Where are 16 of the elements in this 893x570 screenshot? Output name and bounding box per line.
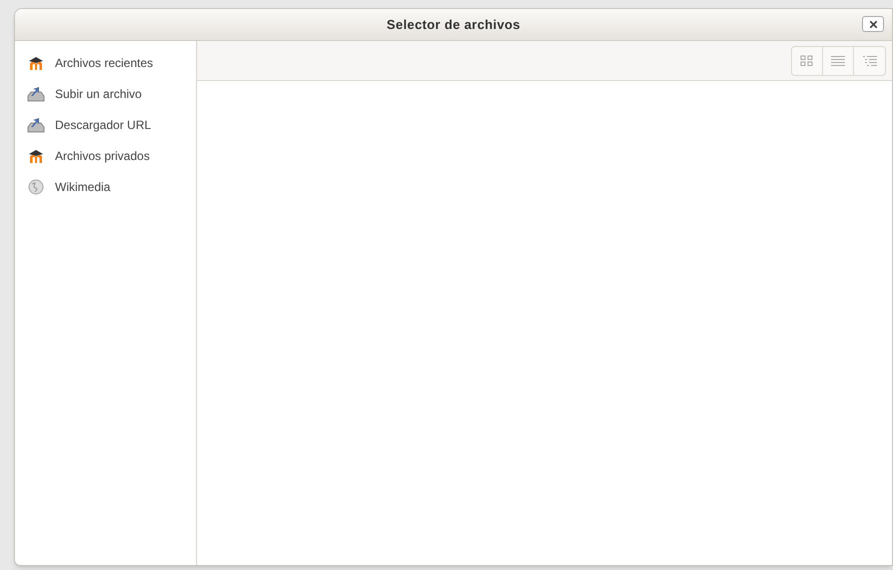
- sidebar-item[interactable]: Descargador URL: [15, 109, 196, 140]
- tree-list-icon: [862, 54, 878, 66]
- graduation-cap-icon: [27, 56, 45, 70]
- window-title: Selector de archivos: [386, 16, 520, 34]
- globe-icon: [28, 178, 44, 194]
- tray-arrow-icon: [27, 86, 45, 102]
- sidebar-item[interactable]: Archivos recientes: [15, 47, 196, 78]
- tray-arrow-icon: [27, 116, 45, 132]
- sidebar-item[interactable]: Wikimedia: [15, 171, 196, 202]
- graduation-cap-icon: [27, 148, 45, 162]
- close-icon: [868, 18, 878, 30]
- sidebar-item[interactable]: Archivos privados: [15, 140, 196, 171]
- grid-icon: [800, 54, 814, 66]
- list-icon: [830, 54, 846, 66]
- sidebar-item[interactable]: Subir un archivo: [15, 78, 196, 109]
- close-button[interactable]: [862, 16, 884, 32]
